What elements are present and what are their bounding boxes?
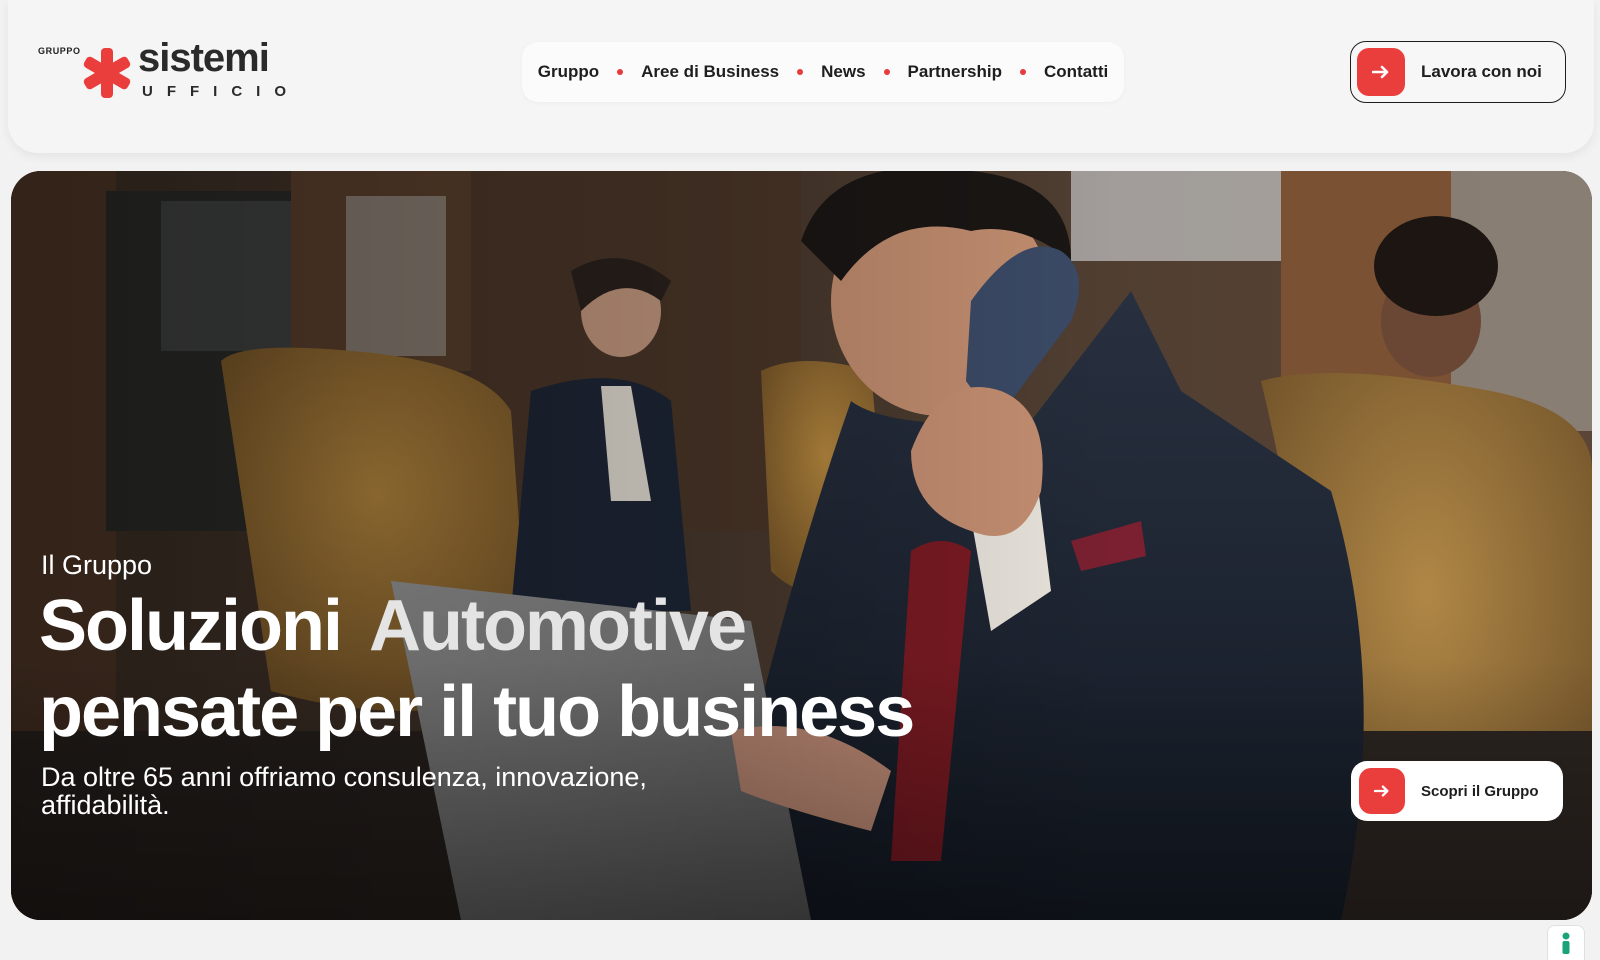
nav-item-contatti[interactable]: Contatti xyxy=(1044,62,1108,82)
accessibility-icon xyxy=(1562,932,1570,954)
logo-subtitle: UFFICIO xyxy=(142,83,300,100)
arrow-right-icon xyxy=(1357,48,1405,96)
scopri-il-gruppo-button[interactable]: Scopri il Gruppo xyxy=(1351,761,1563,821)
logo-wordmark: sistemi xyxy=(138,36,270,80)
lavora-con-noi-label: Lavora con noi xyxy=(1421,62,1542,81)
headline-part1: Soluzioni xyxy=(39,586,343,666)
headline-highlight: Automotive xyxy=(368,586,747,666)
hero-banner: Il Gruppo Soluzioni Automotive pensate p… xyxy=(11,171,1592,920)
nav-item-partnership[interactable]: Partnership xyxy=(908,62,1002,82)
nav-separator-dot xyxy=(1020,69,1027,75)
nav-separator-dot xyxy=(883,69,890,75)
nav-item-gruppo[interactable]: Gruppo xyxy=(538,62,599,82)
nav-separator-dot xyxy=(797,69,804,75)
arrow-right-icon xyxy=(1359,768,1405,814)
site-header: GRUPPO sistemi UFFICIO Gruppo Aree di Bu… xyxy=(8,0,1594,153)
accessibility-widget-button[interactable] xyxy=(1547,925,1585,960)
scopri-il-gruppo-label: Scopri il Gruppo xyxy=(1421,782,1539,800)
headline-part2: pensate per il tuo business xyxy=(39,672,915,752)
asterisk-logo-icon xyxy=(83,48,131,98)
brand-logo[interactable]: GRUPPO sistemi UFFICIO xyxy=(38,36,300,102)
hero-headline: Soluzioni Automotive pensate per il tuo … xyxy=(39,583,1139,755)
nav-item-news[interactable]: News xyxy=(821,62,865,82)
logo-prefix: GRUPPO xyxy=(38,46,81,56)
hero-subline: Da oltre 65 anni offriamo consulenza, in… xyxy=(41,762,647,820)
nav-separator-dot xyxy=(617,69,624,75)
nav-item-aree-di-business[interactable]: Aree di Business xyxy=(641,62,779,82)
hero-eyebrow: Il Gruppo xyxy=(41,550,153,580)
lavora-con-noi-button[interactable]: Lavora con noi xyxy=(1350,41,1566,103)
main-nav: Gruppo Aree di Business News Partnership… xyxy=(522,42,1124,102)
